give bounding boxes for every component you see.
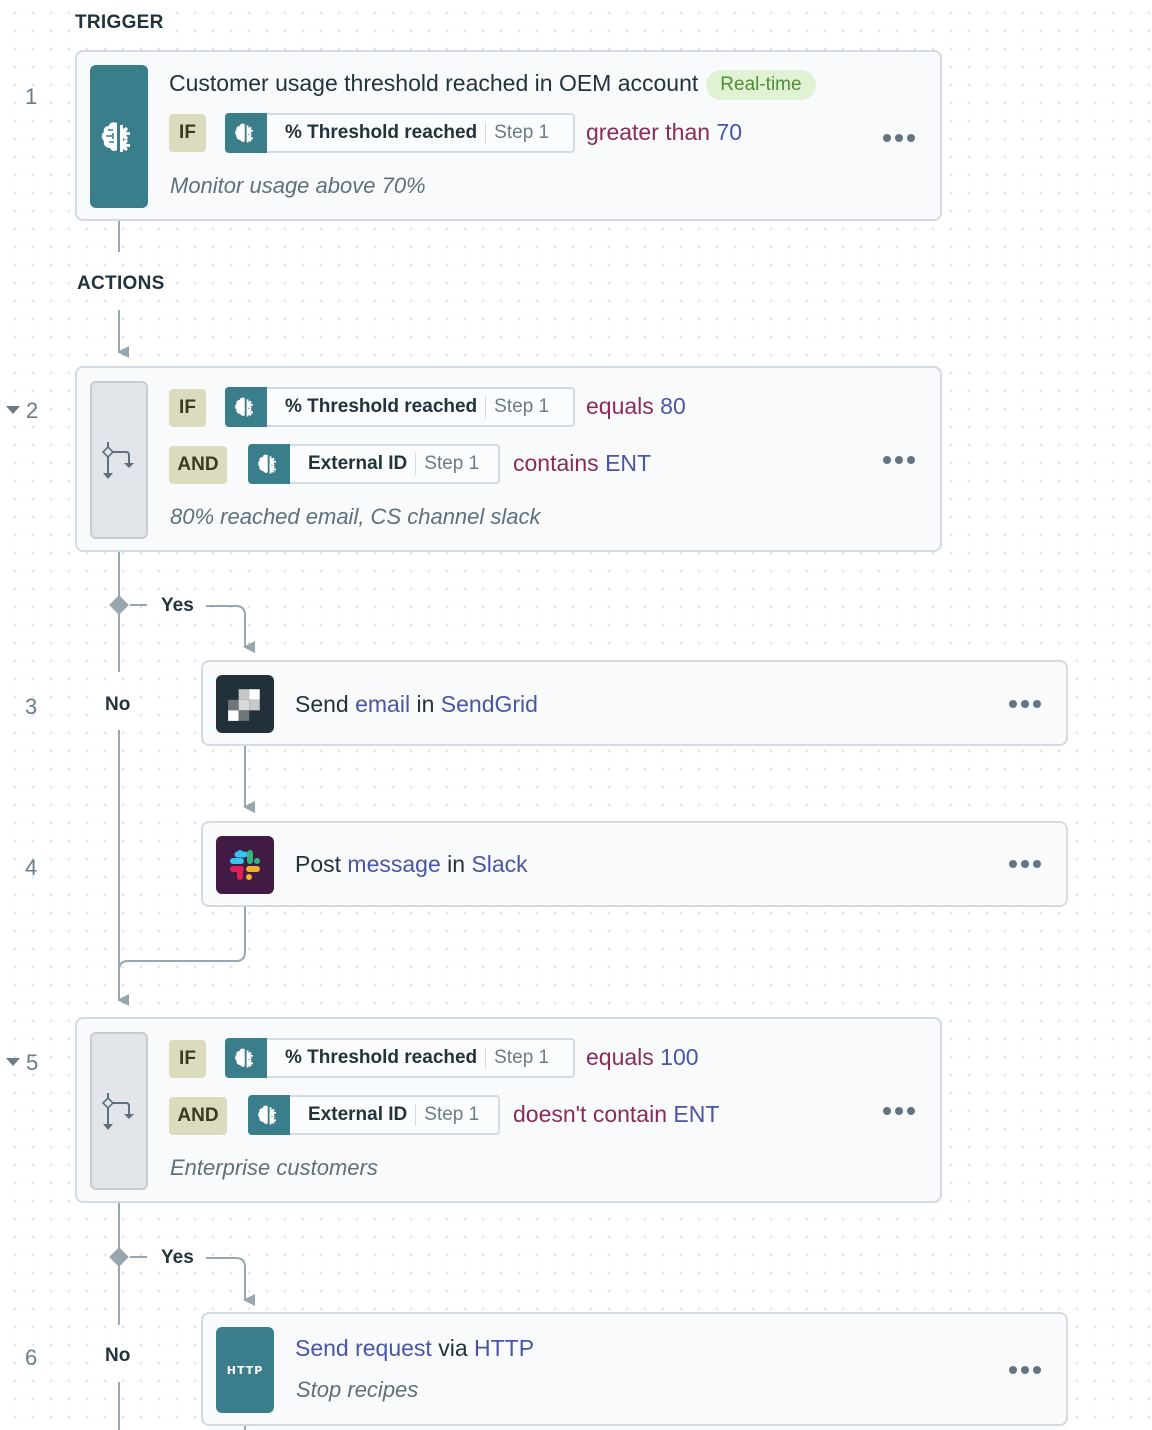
if-keyword: IF (169, 1040, 206, 1078)
datapill-field: % Threshold reached (285, 122, 478, 143)
datapill[interactable]: % Threshold reached Step 1 (225, 1038, 575, 1078)
if-condition-card[interactable]: IF % Threshold reached Step 1 equals 80 … (75, 366, 942, 552)
action-object-link[interactable]: email (355, 691, 410, 717)
collapse-caret-icon[interactable] (6, 1058, 20, 1067)
datapill[interactable]: % Threshold reached Step 1 (225, 387, 575, 427)
branch-no-label: No (102, 694, 134, 716)
action-title: Send email in SendGrid (295, 691, 538, 717)
more-options-icon[interactable] (883, 1107, 915, 1115)
step-description: Stop recipes (296, 1377, 419, 1402)
more-options-icon[interactable] (1009, 700, 1041, 708)
action-title: Send request via HTTP (295, 1335, 535, 1361)
branch-no-label: No (102, 1345, 134, 1367)
connector-yes-to-step3 (206, 605, 255, 653)
app-icon-tile (90, 65, 148, 208)
condition-operator: contains (513, 450, 599, 476)
branch-diamond (109, 1247, 129, 1267)
datapill-step: Step 1 (494, 122, 550, 143)
more-options-icon[interactable] (1009, 860, 1041, 868)
condition-expression: equals 100 (586, 1044, 699, 1071)
trigger-title: Customer usage threshold reached in OEM … (169, 70, 816, 100)
app-name-link[interactable]: Slack (471, 851, 527, 877)
datapill[interactable]: % Threshold reached Step 1 (225, 113, 575, 153)
step-number: 6 (25, 1345, 38, 1370)
brain-gear-icon (225, 1038, 267, 1078)
more-options-icon[interactable] (883, 134, 915, 142)
connector-step4-merge (118, 906, 246, 971)
if-keyword: IF (169, 389, 206, 427)
brain-gear-icon (248, 1095, 290, 1135)
datapill-field: % Threshold reached (285, 1047, 478, 1068)
brain-gear-icon (225, 113, 267, 153)
more-options-icon[interactable] (883, 456, 915, 464)
datapill-step: Step 1 (424, 1104, 480, 1125)
branch-diamond (109, 595, 129, 615)
action-object-link[interactable]: message (347, 851, 440, 877)
condition-value: ENT (673, 1101, 720, 1127)
trigger-section-label: TRIGGER (73, 12, 166, 34)
datapill-field: External ID (308, 1104, 408, 1125)
step-description: Enterprise customers (170, 1155, 378, 1180)
step-number-collapsible[interactable]: 2 (6, 398, 38, 424)
if-keyword: IF (169, 114, 206, 152)
step-number: 4 (25, 855, 38, 880)
step-description: 80% reached email, CS channel slack (170, 504, 541, 529)
condition-value: ENT (605, 450, 652, 476)
datapill-field: % Threshold reached (285, 396, 478, 417)
branch-icon (102, 442, 134, 479)
sendgrid-icon (216, 675, 274, 733)
action-title: Post message in Slack (295, 851, 528, 877)
action-card-http[interactable]: HTTP Send request via HTTP Stop recipes (201, 1312, 1068, 1426)
condition-operator: greater than (586, 119, 711, 145)
datapill-step: Step 1 (494, 1047, 550, 1068)
step-description: Monitor usage above 70% (170, 173, 426, 198)
action-card-slack[interactable]: Post message in Slack (201, 821, 1068, 907)
condition-value: 80 (660, 393, 686, 419)
http-icon: HTTP (216, 1327, 274, 1413)
step-number: 1 (25, 84, 38, 109)
more-options-icon[interactable] (1009, 1366, 1041, 1374)
condition-operator: doesn't contain (513, 1101, 668, 1127)
branch-yes-label: Yes (158, 595, 197, 617)
app-name-link[interactable]: SendGrid (441, 691, 538, 717)
branch-yes-label: Yes (158, 1247, 197, 1269)
datapill[interactable]: External ID Step 1 (248, 444, 500, 484)
slack-icon (216, 836, 274, 894)
step-number: 3 (25, 694, 38, 719)
condition-expression: equals 80 (586, 393, 686, 420)
trigger-card[interactable]: Customer usage threshold reached in OEM … (75, 50, 942, 221)
datapill-step: Step 1 (494, 396, 550, 417)
step-number-collapsible[interactable]: 5 (6, 1050, 38, 1076)
condition-value: 100 (660, 1044, 699, 1070)
brain-gear-icon (101, 121, 130, 152)
condition-expression: contains ENT (513, 450, 651, 477)
action-object-link[interactable]: Send request (295, 1335, 432, 1361)
condition-value: 70 (716, 119, 743, 145)
if-condition-card[interactable]: IF % Threshold reached Step 1 equals 100… (75, 1017, 942, 1203)
condition-operator: equals (586, 393, 654, 419)
connector-yes-to-step6 (206, 1257, 255, 1306)
branch-icon (102, 1093, 134, 1130)
brain-gear-icon (248, 444, 290, 484)
collapse-caret-icon[interactable] (6, 406, 20, 415)
and-keyword: AND (169, 446, 227, 484)
condition-expression: doesn't contain ENT (513, 1101, 719, 1128)
action-card-sendgrid[interactable]: Send email in SendGrid (201, 660, 1068, 746)
branch-tile (90, 381, 148, 539)
and-keyword: AND (169, 1097, 227, 1135)
datapill[interactable]: External ID Step 1 (248, 1095, 500, 1135)
realtime-badge: Real-time (706, 70, 816, 100)
app-name-link[interactable]: HTTP (474, 1335, 534, 1361)
brain-gear-icon (225, 387, 267, 427)
datapill-step: Step 1 (424, 453, 480, 474)
condition-operator: equals (586, 1044, 654, 1070)
condition-expression: greater than 70 (586, 119, 742, 146)
branch-tile (90, 1032, 148, 1190)
datapill-field: External ID (308, 453, 408, 474)
actions-section-label: ACTIONS (75, 273, 167, 295)
